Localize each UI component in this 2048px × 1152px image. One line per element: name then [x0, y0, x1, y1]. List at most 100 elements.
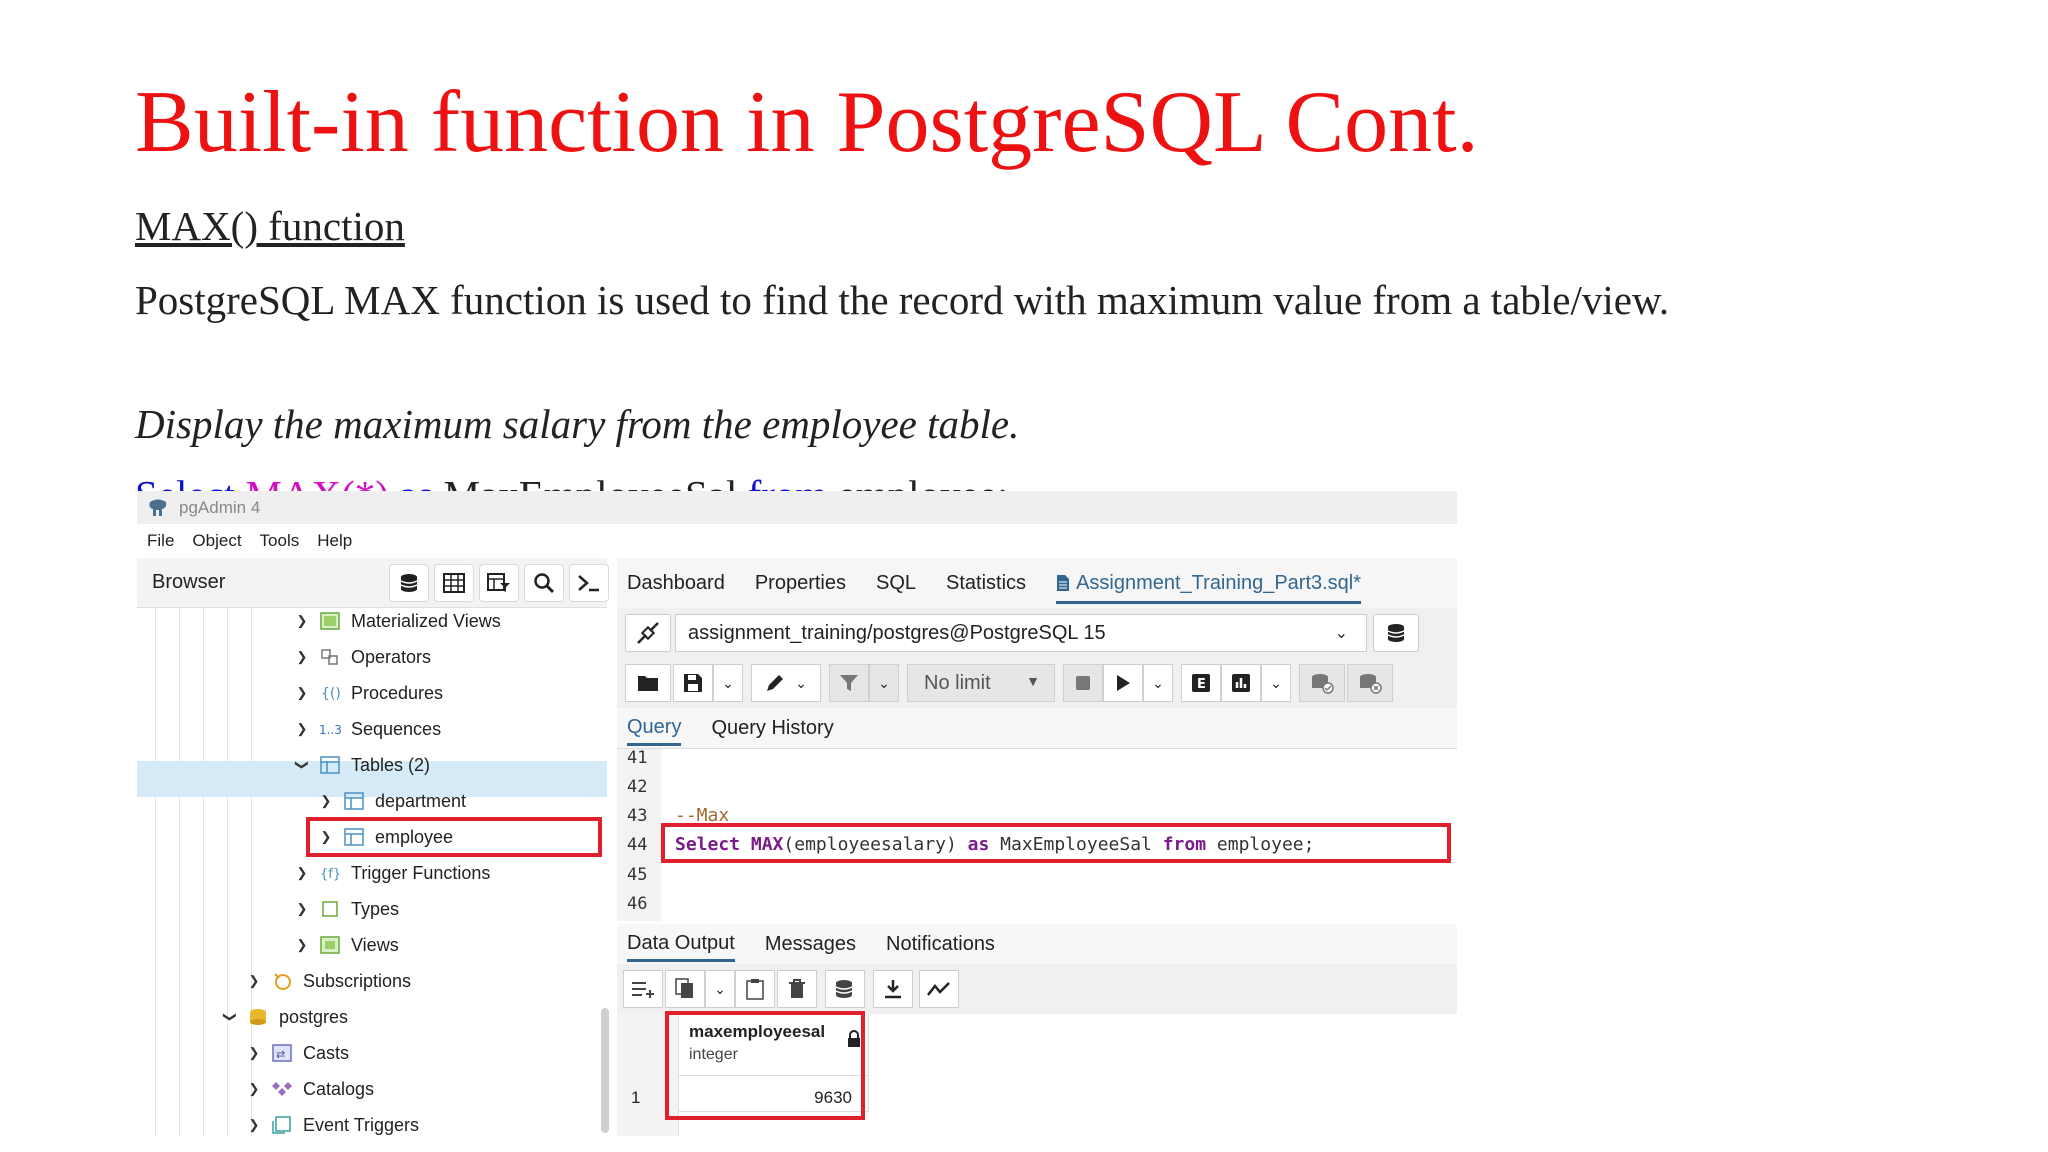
- save-data-button[interactable]: [825, 970, 865, 1008]
- filter-dropdown[interactable]: ⌄: [869, 664, 899, 702]
- view-data-button[interactable]: [434, 564, 474, 602]
- operators-icon: [319, 647, 341, 667]
- database-icon: [400, 574, 418, 592]
- explain-analyze-button[interactable]: [1221, 664, 1261, 702]
- menu-object[interactable]: Object: [192, 531, 241, 551]
- object-explorer-button[interactable]: [389, 564, 429, 602]
- folder-icon: [638, 676, 658, 691]
- code-select: Select: [135, 472, 235, 492]
- table-filter-icon: [487, 573, 510, 592]
- explain-icon: E: [1192, 674, 1210, 692]
- chevron-right-icon: ❯: [296, 865, 308, 880]
- menu-help[interactable]: Help: [317, 531, 352, 551]
- tab-query-history[interactable]: Query History: [711, 717, 833, 740]
- browser-title: Browser: [152, 571, 226, 593]
- tree-item-casts[interactable]: ❯ ⇄ Casts: [247, 1035, 349, 1071]
- graph-button[interactable]: [919, 970, 959, 1008]
- save-icon: [684, 674, 702, 692]
- save-button[interactable]: [673, 664, 713, 702]
- chevron-right-icon: ❯: [320, 793, 332, 808]
- tree-item-catalogs[interactable]: ❯ Catalogs: [247, 1071, 375, 1107]
- limit-select[interactable]: No limit ▼: [907, 664, 1055, 702]
- tree-item-types[interactable]: ❯ Types: [295, 891, 399, 927]
- tab-query[interactable]: Query: [627, 716, 682, 746]
- database-save-icon: [835, 980, 853, 998]
- search-objects-button[interactable]: [524, 564, 564, 602]
- filter-button[interactable]: [829, 664, 869, 702]
- tab-notifications[interactable]: Notifications: [886, 933, 995, 956]
- types-icon: [319, 899, 341, 919]
- slide-task: Display the maximum salary from the empl…: [135, 401, 1020, 447]
- materialized-view-icon: [319, 611, 341, 631]
- line-number: 42: [627, 777, 648, 797]
- new-connection-button[interactable]: [1373, 614, 1419, 652]
- procedures-icon: {()}: [319, 683, 341, 703]
- connection-select[interactable]: assignment_training/postgres@PostgreSQL …: [675, 614, 1367, 652]
- sequences-icon: 1..3: [319, 719, 341, 739]
- tree-item-materialized-views[interactable]: ❯ Materialized Views: [295, 603, 501, 639]
- connection-status-button[interactable]: [625, 614, 671, 652]
- add-row-button[interactable]: [623, 970, 663, 1008]
- execute-button[interactable]: [1103, 664, 1143, 702]
- chevron-down-icon: ⌄: [722, 674, 734, 691]
- casts-icon: ⇄: [271, 1043, 293, 1063]
- filter-rows-button[interactable]: [479, 564, 519, 602]
- explain-dropdown[interactable]: ⌄: [1261, 664, 1291, 702]
- tab-dashboard[interactable]: Dashboard: [627, 572, 725, 595]
- open-file-button[interactable]: [625, 664, 671, 702]
- add-row-icon: [632, 982, 654, 998]
- chevron-down-icon: ⌄: [1334, 625, 1348, 642]
- sql-editor[interactable]: 41 42 43 44 45 46 --Max Select MAX(emplo…: [617, 748, 1457, 921]
- tree-item-tables[interactable]: ❯ Tables (2): [295, 747, 430, 783]
- paste-button[interactable]: [735, 970, 775, 1008]
- tree-item-department[interactable]: ❯ department: [319, 783, 467, 819]
- save-options-dropdown[interactable]: ⌄: [713, 664, 743, 702]
- psql-tool-button[interactable]: [569, 564, 609, 602]
- explain-button[interactable]: E: [1181, 664, 1221, 702]
- tab-messages[interactable]: Messages: [765, 933, 856, 956]
- tree-item-postgres[interactable]: ❯ postgres: [223, 999, 348, 1035]
- tree-item-subscriptions[interactable]: ❯ Subscriptions: [247, 963, 412, 999]
- result-grid: maxemployeesal integer 1 9630: [617, 1011, 1457, 1136]
- connection-value: assignment_training/postgres@PostgreSQL …: [688, 621, 1106, 644]
- chevron-right-icon: ❯: [296, 613, 308, 628]
- download-button[interactable]: [873, 970, 913, 1008]
- tab-query-file[interactable]: Assignment_Training_Part3.sql*: [1056, 572, 1362, 604]
- chevron-right-icon: ❯: [296, 721, 308, 736]
- chevron-right-icon: ❯: [248, 1081, 260, 1096]
- window-title: pgAdmin 4: [179, 497, 261, 517]
- edit-button[interactable]: ⌄: [751, 664, 821, 702]
- slide-title: Built-in function in PostgreSQL Cont.: [135, 74, 1479, 171]
- tab-data-output[interactable]: Data Output: [627, 932, 735, 962]
- slide-description: PostgreSQL MAX function is used to find …: [135, 277, 1670, 323]
- copy-dropdown[interactable]: ⌄: [705, 970, 735, 1008]
- play-icon: [1117, 675, 1130, 691]
- execute-dropdown[interactable]: ⌄: [1143, 664, 1173, 702]
- menu-file[interactable]: File: [147, 531, 174, 551]
- tree-item-procedures[interactable]: ❯ {()} Procedures: [295, 675, 444, 711]
- search-icon: [534, 573, 555, 594]
- delete-button[interactable]: [777, 970, 817, 1008]
- pgadmin-screenshot: pgAdmin 4 File Object Tools Help Browser: [137, 491, 1457, 1136]
- rollback-button[interactable]: [1347, 664, 1393, 702]
- database-undo-icon: [1360, 674, 1382, 694]
- tree-item-sequences[interactable]: ❯ 1..3 Sequences: [295, 711, 442, 747]
- tree-item-trigger-functions[interactable]: ❯ {f} Trigger Functions: [295, 855, 491, 891]
- menu-tools[interactable]: Tools: [260, 531, 300, 551]
- code-alias: MaxEmployeeSal: [444, 472, 738, 492]
- tab-statistics[interactable]: Statistics: [946, 572, 1026, 595]
- stop-button[interactable]: [1063, 664, 1103, 702]
- tree-item-operators[interactable]: ❯ Operators: [295, 639, 432, 675]
- tab-properties[interactable]: Properties: [755, 572, 846, 595]
- copy-button[interactable]: [665, 970, 705, 1008]
- tree-item-views[interactable]: ❯ Views: [295, 927, 399, 963]
- tree-item-event-triggers[interactable]: ❯ Event Triggers: [247, 1107, 420, 1136]
- commit-button[interactable]: [1299, 664, 1345, 702]
- table-icon: [343, 791, 365, 811]
- line-number-gutter: 41 42 43 44 45 46: [617, 748, 661, 921]
- output-tabs: Data Output Messages Notifications: [617, 924, 1457, 964]
- event-trigger-icon: [271, 1115, 293, 1135]
- svg-text:{()}: {()}: [321, 686, 340, 702]
- tree-scrollbar[interactable]: [601, 1008, 609, 1133]
- tab-sql[interactable]: SQL: [876, 572, 916, 595]
